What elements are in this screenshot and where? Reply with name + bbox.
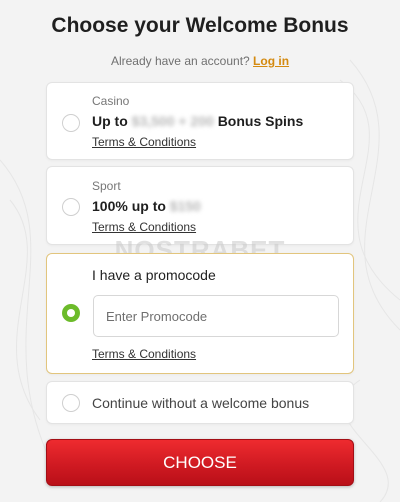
promocode-input[interactable]: [93, 295, 339, 337]
sport-category-label: Sport: [92, 179, 121, 193]
sport-bonus-headline: 100% up to $150: [92, 198, 201, 214]
casino-terms-link[interactable]: Terms & Conditions: [92, 135, 196, 149]
promocode-option[interactable]: I have a promocode Terms & Conditions: [46, 253, 354, 374]
background-pattern: [0, 59, 400, 502]
login-prompt: Already have an account? Log in: [0, 54, 400, 68]
no-bonus-option[interactable]: Continue without a welcome bonus: [46, 381, 354, 424]
choose-button[interactable]: CHOOSE: [46, 439, 354, 486]
promocode-terms-link[interactable]: Terms & Conditions: [92, 347, 196, 361]
no-bonus-label: Continue without a welcome bonus: [92, 395, 310, 411]
sport-headline-prefix: 100% up to: [92, 198, 166, 214]
sport-radio[interactable]: [62, 198, 80, 216]
promocode-label: I have a promocode: [92, 267, 216, 283]
sport-terms-link[interactable]: Terms & Conditions: [92, 220, 196, 234]
casino-bonus-option[interactable]: Casino Up to $3,500 + 200 Bonus Spins Te…: [46, 82, 354, 160]
sport-bonus-amount-blurred: $150: [169, 198, 201, 214]
login-link[interactable]: Log in: [253, 54, 289, 68]
sport-bonus-option[interactable]: Sport 100% up to $150 Terms & Conditions: [46, 166, 354, 245]
casino-bonus-headline: Up to $3,500 + 200 Bonus Spins: [92, 113, 303, 129]
casino-headline-suffix: Bonus Spins: [217, 113, 304, 129]
casino-headline-prefix: Up to: [92, 113, 128, 129]
account-prompt-text: Already have an account?: [110, 54, 250, 68]
promocode-radio-selected[interactable]: [62, 304, 80, 322]
casino-bonus-amount-blurred: $3,500 + 200: [131, 113, 214, 129]
no-bonus-radio[interactable]: [62, 394, 80, 412]
page-title: Choose your Welcome Bonus: [51, 14, 349, 37]
casino-category-label: Casino: [92, 94, 130, 108]
casino-radio[interactable]: [62, 114, 80, 132]
